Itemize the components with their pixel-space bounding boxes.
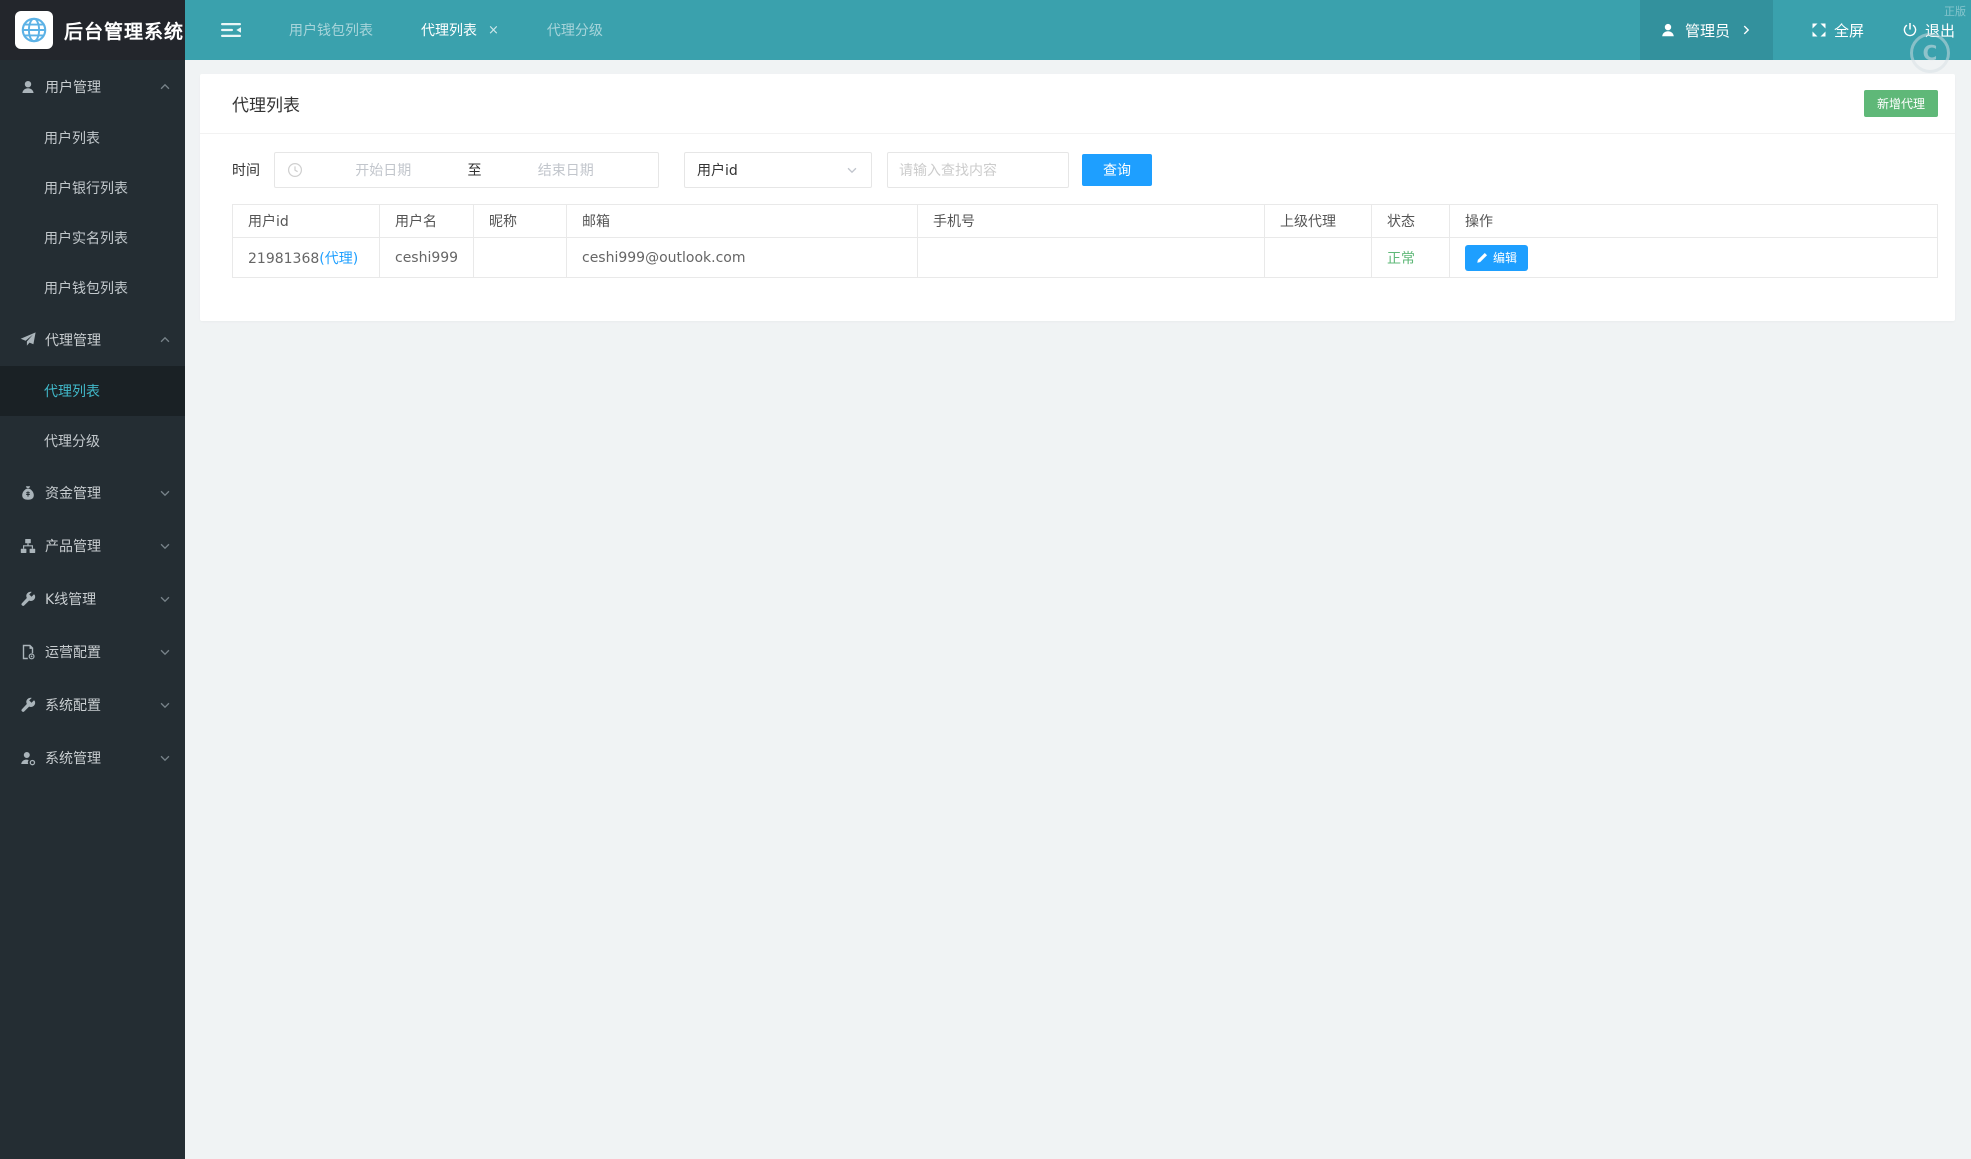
agent-list-card: 代理列表 新增代理 时间 开始日期 至 结束日期 用户id 请输入查找内容 查询… (200, 74, 1955, 321)
chevron-down-icon (158, 698, 172, 712)
sidebar-item-agent-management[interactable]: 代理管理 (0, 313, 185, 366)
sidebar-toggle-button[interactable] (221, 0, 241, 60)
wrench-icon (20, 697, 36, 713)
card-header: 代理列表 新增代理 (200, 74, 1955, 134)
sidebar-item-agent-list[interactable]: 代理列表 (0, 366, 185, 416)
fullscreen-button[interactable]: 全屏 (1811, 20, 1864, 41)
chevron-down-icon (158, 751, 172, 765)
table-header-row: 用户id 用户名 昵称 邮箱 手机号 上级代理 状态 操作 (232, 204, 1938, 238)
edit-button-label: 编辑 (1493, 251, 1518, 265)
watermark-circle-icon: C (1910, 33, 1950, 73)
send-icon (20, 332, 36, 348)
select-value: 用户id (697, 163, 738, 179)
cell-nickname (473, 237, 567, 278)
admin-page: 后台管理系统 用户钱包列表 代理列表 × 代理分级 管理员 全屏 退出 正版 C… (0, 0, 1971, 1159)
tab-label: 用户钱包列表 (289, 23, 373, 39)
tab-agent-grading[interactable]: 代理分级 (523, 0, 627, 60)
sidebar-item-system-config[interactable]: 系统配置 (0, 678, 185, 731)
chevron-up-icon (158, 80, 172, 94)
time-filter-label: 时间 (232, 163, 260, 179)
tab-user-wallet-list[interactable]: 用户钱包列表 (265, 0, 397, 60)
col-username: 用户名 (379, 204, 474, 238)
sidebar-item-user-management[interactable]: 用户管理 (0, 60, 185, 113)
chevron-down-icon (158, 486, 172, 500)
user-gear-icon (20, 750, 36, 766)
sitemap-icon (20, 538, 36, 554)
sidebar-item-product-management[interactable]: 产品管理 (0, 519, 185, 572)
cell-parent-agent (1264, 237, 1372, 278)
main-content: 代理列表 新增代理 时间 开始日期 至 结束日期 用户id 请输入查找内容 查询… (185, 60, 1971, 1159)
app-title: 后台管理系统 (64, 20, 185, 43)
search-input[interactable] (887, 152, 1069, 188)
admin-label: 管理员 (1684, 21, 1730, 40)
open-tabs-bar: 用户钱包列表 代理列表 × 代理分级 (265, 0, 627, 60)
tab-agent-list[interactable]: 代理列表 × (397, 0, 523, 60)
hamburger-icon (221, 22, 241, 38)
cell-email: ceshi999@outlook.com (566, 237, 918, 278)
col-status: 状态 (1371, 204, 1450, 238)
agents-table: 用户id 用户名 昵称 邮箱 手机号 上级代理 状态 操作 21981368(代… (232, 204, 1938, 278)
date-range-input[interactable]: 开始日期 至 结束日期 (274, 152, 659, 188)
sidebar-item-operation-config[interactable]: 运营配置 (0, 625, 185, 678)
col-parent-agent: 上级代理 (1264, 204, 1372, 238)
sidebar-nav: 用户管理 用户列表 用户银行列表 用户实名列表 用户钱包列表 代理管理 代理列表… (0, 60, 185, 1159)
tab-label: 代理分级 (546, 23, 603, 39)
user-icon (20, 79, 36, 95)
top-header: 后台管理系统 用户钱包列表 代理列表 × 代理分级 管理员 全屏 退出 (0, 0, 1971, 60)
person-icon (1660, 22, 1676, 38)
chevron-up-icon (158, 333, 172, 347)
end-date-placeholder: 结束日期 (537, 163, 594, 179)
fullscreen-label: 全屏 (1833, 21, 1864, 40)
watermark-text: 正版 (1944, 5, 1966, 18)
range-separator: 至 (467, 163, 482, 179)
filter-toolbar: 时间 开始日期 至 结束日期 用户id 查询 (232, 152, 1938, 188)
globe-logo-icon (15, 11, 53, 49)
add-agent-button[interactable]: 新增代理 (1863, 90, 1938, 117)
cell-user-id: 21981368(代理) (232, 237, 380, 278)
money-bag-icon (20, 485, 36, 501)
sidebar-item-user-bank-list[interactable]: 用户银行列表 (0, 163, 185, 213)
col-phone: 手机号 (917, 204, 1265, 238)
chevron-down-icon (158, 592, 172, 606)
cell-status: 正常 (1371, 237, 1450, 278)
chevron-right-icon (1739, 23, 1753, 37)
col-actions: 操作 (1449, 204, 1938, 238)
edit-button[interactable]: 编辑 (1465, 244, 1529, 271)
chevron-down-icon (845, 163, 859, 177)
sidebar-item-system-management[interactable]: 系统管理 (0, 731, 185, 784)
tab-label: 代理列表 (421, 23, 477, 39)
app-logo: 后台管理系统 (0, 0, 185, 60)
sidebar-item-funds-management[interactable]: 资金管理 (0, 466, 185, 519)
status-badge: 正常 (1387, 250, 1415, 267)
sidebar-item-user-realname-list[interactable]: 用户实名列表 (0, 213, 185, 263)
wrench-icon (20, 591, 36, 607)
cell-username: ceshi999 (379, 237, 474, 278)
power-icon (1902, 22, 1918, 38)
search-field-select[interactable]: 用户id (684, 152, 872, 188)
clock-icon (287, 162, 303, 178)
chevron-down-icon (158, 645, 172, 659)
cell-actions: 编辑 (1449, 237, 1938, 278)
agent-tag-link[interactable]: (代理) (319, 251, 358, 267)
query-button[interactable]: 查询 (1082, 154, 1152, 186)
chevron-down-icon (158, 539, 172, 553)
admin-user-menu[interactable]: 管理员 (1639, 0, 1773, 60)
fullscreen-icon (1811, 22, 1827, 38)
col-user-id: 用户id (232, 204, 380, 238)
start-date-placeholder: 开始日期 (355, 163, 412, 179)
sidebar-item-user-wallet-list[interactable]: 用户钱包列表 (0, 263, 185, 313)
page-title: 代理列表 (232, 96, 300, 116)
col-email: 邮箱 (566, 204, 918, 238)
sidebar-item-kline-management[interactable]: K线管理 (0, 572, 185, 625)
col-nickname: 昵称 (473, 204, 567, 238)
document-gear-icon (20, 644, 36, 660)
table-row: 21981368(代理) ceshi999 ceshi999@outlook.c… (232, 237, 1938, 278)
user-id-value: 21981368 (248, 250, 320, 267)
sidebar-item-user-list[interactable]: 用户列表 (0, 113, 185, 163)
sidebar-item-agent-grading[interactable]: 代理分级 (0, 416, 185, 466)
card-body: 时间 开始日期 至 结束日期 用户id 查询 (200, 134, 1955, 278)
tab-close-icon[interactable]: × (488, 23, 499, 38)
pencil-icon (1476, 252, 1488, 264)
cell-phone (917, 237, 1265, 278)
